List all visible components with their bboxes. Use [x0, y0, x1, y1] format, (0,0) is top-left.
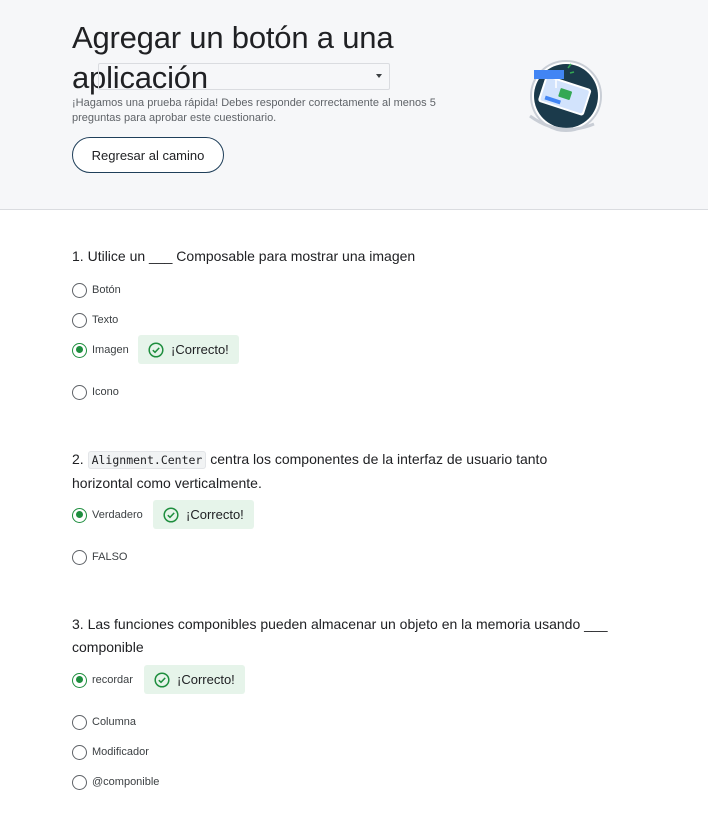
feedback-text: ¡Correcto!: [186, 507, 244, 522]
option-columna[interactable]: Columna: [72, 712, 136, 732]
option-imagen[interactable]: Imagen: [72, 340, 129, 360]
option-label: recordar: [92, 674, 133, 686]
code-snippet: Alignment.Center: [87, 451, 207, 469]
question-number: 3.: [72, 616, 84, 632]
quiz-header: Agregar un botón a una aplicación ¡Hagam…: [0, 0, 708, 210]
correct-feedback-badge: ¡Correcto!: [153, 500, 254, 529]
option-label: Botón: [92, 284, 121, 296]
radio-button-selected[interactable]: [72, 672, 87, 688]
radio-button-selected[interactable]: [72, 507, 87, 523]
check-circle-icon: [148, 341, 164, 358]
quiz-illustration-icon: [529, 60, 602, 132]
option-label: Columna: [92, 716, 137, 728]
option-label: Imagen: [92, 344, 129, 356]
question-2: 2. Alignment.Center centra los component…: [72, 448, 572, 495]
correct-feedback-badge: ¡Correcto!: [138, 335, 239, 364]
feedback-text: ¡Correcto!: [177, 672, 235, 687]
question-number: 2.: [72, 451, 84, 467]
option-label: @componible: [92, 776, 160, 788]
feedback-text: ¡Correcto!: [171, 342, 229, 357]
radio-button[interactable]: [72, 384, 87, 400]
correct-feedback-badge: ¡Correcto!: [144, 665, 245, 694]
radio-button[interactable]: [72, 312, 87, 328]
check-circle-icon: [163, 506, 179, 523]
option-icono[interactable]: Icono: [72, 382, 119, 402]
radio-button[interactable]: [72, 744, 87, 760]
radio-button[interactable]: [72, 549, 87, 565]
option-label: Modificador: [92, 746, 149, 758]
question-text: Las funciones componibles pueden almacen…: [72, 616, 608, 655]
language-select[interactable]: [98, 63, 390, 90]
question-number: 1.: [72, 248, 84, 264]
option-componible[interactable]: @componible: [72, 772, 159, 792]
option-modificador[interactable]: Modificador: [72, 742, 149, 762]
radio-button-selected[interactable]: [72, 342, 87, 358]
option-label: Icono: [92, 386, 119, 398]
radio-button[interactable]: [72, 774, 87, 790]
option-recordar[interactable]: recordar: [72, 670, 133, 690]
dropdown-caret-icon: [376, 74, 382, 78]
question-1: 1. Utilice un ___ Composable para mostra…: [72, 245, 632, 268]
question-text: Utilice un ___ Composable para mostrar u…: [87, 248, 416, 264]
option-falso[interactable]: FALSO: [72, 547, 127, 567]
option-verdadero[interactable]: Verdadero: [72, 505, 143, 525]
question-3: 3. Las funciones componibles pueden alma…: [72, 613, 617, 659]
radio-button[interactable]: [72, 714, 87, 730]
check-circle-icon: [154, 671, 170, 688]
quiz-description: ¡Hagamos una prueba rápida! Debes respon…: [72, 97, 436, 124]
option-label: Texto: [92, 314, 119, 326]
back-to-pathway-button[interactable]: Regresar al camino: [72, 137, 224, 173]
option-label: Verdadero: [92, 509, 143, 521]
option-texto[interactable]: Texto: [72, 310, 118, 330]
radio-button[interactable]: [72, 282, 87, 298]
option-label: FALSO: [92, 551, 128, 563]
option-boton[interactable]: Botón: [72, 280, 121, 300]
